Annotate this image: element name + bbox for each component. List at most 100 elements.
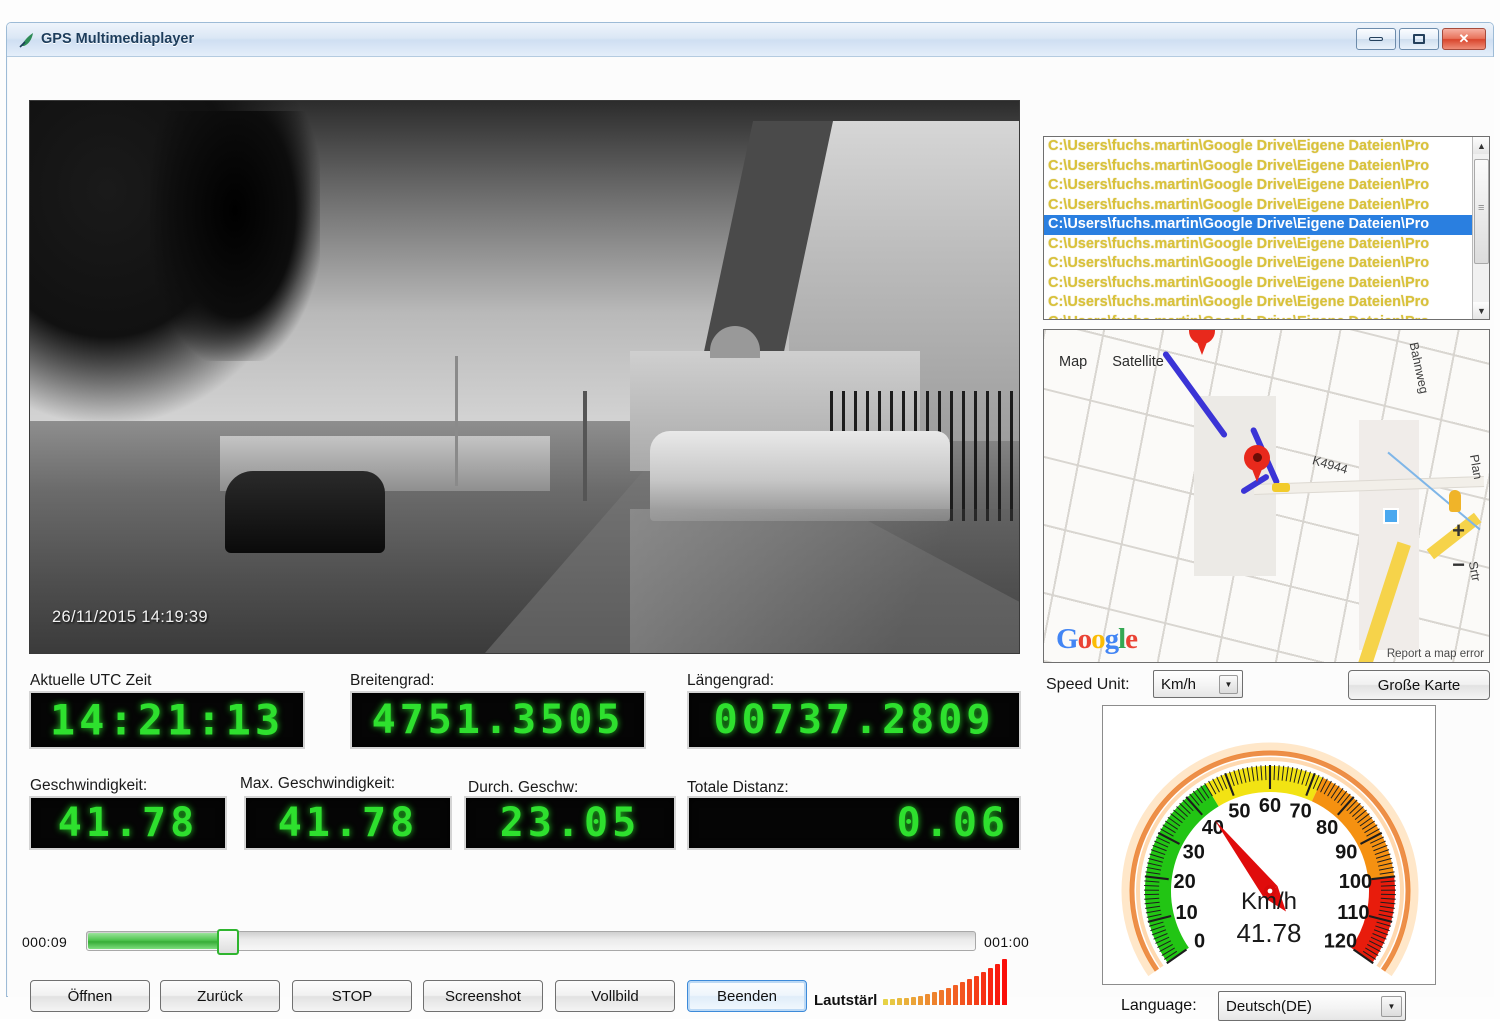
file-list-item[interactable]: C:\Users\fuchs.martin\Google Drive\Eigen… [1044,196,1472,216]
file-list-item[interactable]: C:\Users\fuchs.martin\Google Drive\Eigen… [1044,215,1472,235]
map-type-map[interactable]: Map [1059,354,1087,370]
file-list-item[interactable]: C:\Users\fuchs.martin\Google Drive\Eigen… [1044,254,1472,274]
speed-unit-select[interactable]: Km/h ▼ [1153,670,1243,698]
maximize-icon [1413,34,1425,44]
lcd-longitude-value: 00737.2809 [714,697,995,743]
gauge-tick-label: 60 [1259,795,1281,817]
chevron-down-icon[interactable]: ▼ [1219,675,1238,694]
file-list-item[interactable]: C:\Users\fuchs.martin\Google Drive\Eigen… [1044,313,1472,321]
map-start-marker-icon[interactable] [1189,329,1215,356]
file-list-item[interactable]: C:\Users\fuchs.martin\Google Drive\Eigen… [1044,274,1472,294]
map-poi-icon [1383,508,1399,524]
pegman-icon[interactable] [1449,490,1461,512]
app-root: GPS Multimediaplayer ✕ [0,0,1500,1019]
label-max-speed: Max. Geschwindigkeit: [240,775,395,793]
gauge-tick-label: 30 [1183,841,1205,863]
file-list-rows: C:\Users\fuchs.martin\Google Drive\Eigen… [1044,137,1472,320]
label-longitude: Längengrad: [687,672,774,690]
video-preview[interactable]: 26/11/2015 14:19:39 [29,100,1020,654]
volume-bar [883,999,888,1005]
volume-bar [890,999,895,1005]
fullscreen-button[interactable]: Vollbild [555,980,675,1012]
label-avg-speed: Durch. Geschw: [468,779,578,797]
volume-bar [960,982,965,1005]
lcd-latitude-value: 4751.3505 [372,697,625,743]
stop-button[interactable]: STOP [292,980,412,1012]
file-list-item[interactable]: C:\Users\fuchs.martin\Google Drive\Eigen… [1044,176,1472,196]
lcd-utc-time: 14:21:13 [29,691,305,749]
screenshot-button[interactable]: Screenshot [423,980,543,1012]
minimize-button[interactable] [1356,28,1396,50]
back-button[interactable]: Zurück [160,980,280,1012]
volume-bar [904,998,909,1005]
lcd-longitude: 00737.2809 [687,691,1021,749]
file-list-item[interactable]: C:\Users\fuchs.martin\Google Drive\Eigen… [1044,137,1472,157]
volume-bar [953,985,958,1005]
minimize-icon [1369,37,1383,41]
seek-slider[interactable] [86,931,976,951]
volume-label: Lautstärl [814,992,877,1009]
gauge-value-label: 41.78 [1103,918,1435,949]
speed-unit-value: Km/h [1161,676,1196,693]
gauge-tick-label: 50 [1228,801,1250,823]
video-car-left [225,471,385,553]
window-title: GPS Multimediaplayer [41,31,194,47]
file-list-item[interactable]: C:\Users\fuchs.martin\Google Drive\Eigen… [1044,157,1472,177]
scroll-down-icon[interactable]: ▼ [1473,302,1490,319]
map-attribution[interactable]: Report a map error [1387,648,1484,660]
scrollbar-thumb[interactable] [1474,159,1489,264]
map-type-satellite[interactable]: Satellite [1112,354,1164,370]
map-type-controls: Map Satellite [1059,354,1164,370]
map-view[interactable]: Map Satellite Bahnweg K4944 Plan Srtr + … [1043,329,1490,663]
speed-unit-label: Speed Unit: [1046,676,1130,694]
label-total-distance: Totale Distanz: [687,779,789,797]
quit-button[interactable]: Beenden [687,980,807,1012]
map-marker-dot [1253,453,1262,462]
google-logo: Google [1056,623,1137,656]
label-utc-time: Aktuelle UTC Zeit [30,672,151,690]
volume-bar [925,994,930,1005]
gauge-tick-label: 70 [1289,801,1311,823]
language-value: Deutsch(DE) [1226,998,1312,1015]
open-button[interactable]: Öffnen [30,980,150,1012]
language-select[interactable]: Deutsch(DE) ▼ [1218,991,1406,1021]
lcd-max-speed: 41.78 [244,796,452,850]
file-list-item[interactable]: C:\Users\fuchs.martin\Google Drive\Eigen… [1044,235,1472,255]
video-timestamp: 26/11/2015 14:19:39 [52,608,208,627]
lcd-max-speed-value: 41.78 [278,800,418,846]
map-label-srtr: Srtr [1466,560,1483,582]
lcd-total-distance-value: 0.06 [897,800,1009,846]
map-zoom-in-icon[interactable]: + [1452,514,1465,548]
close-icon: ✕ [1459,31,1470,47]
volume-level-indicator[interactable] [883,955,1028,1005]
volume-bar [946,988,951,1005]
speedometer-gauge: 0102030405060708090100110120 Km/h 41.78 [1102,705,1436,985]
seek-thumb[interactable] [217,929,239,955]
volume-bar [911,997,916,1005]
scroll-up-icon[interactable]: ▲ [1473,137,1490,154]
map-zoom-out-icon[interactable]: − [1452,548,1465,582]
volume-bar [939,990,944,1005]
lcd-total-distance: 0.06 [687,796,1021,850]
video-parked-cars [650,431,950,521]
file-list-item[interactable]: C:\Users\fuchs.martin\Google Drive\Eigen… [1044,293,1472,313]
application-window: GPS Multimediaplayer ✕ [6,22,1494,997]
volume-bar [1002,959,1007,1005]
file-list[interactable]: C:\Users\fuchs.martin\Google Drive\Eigen… [1043,136,1490,320]
volume-bar [988,968,993,1005]
video-sidewalk [630,509,1020,654]
volume-bar [918,996,923,1006]
file-list-scrollbar[interactable]: ▲ ▼ [1472,137,1489,319]
volume-bar [932,992,937,1005]
close-button[interactable]: ✕ [1442,28,1486,50]
map-position-marker-icon[interactable] [1244,445,1270,483]
label-latitude: Breitengrad: [350,672,434,690]
maximize-button[interactable] [1399,28,1439,50]
window-controls: ✕ [1356,28,1486,50]
volume-bar [981,972,986,1005]
language-label: Language: [1121,997,1197,1015]
lcd-avg-speed: 23.05 [464,796,676,850]
lcd-speed: 41.78 [29,796,227,850]
chevron-down-icon-language[interactable]: ▼ [1381,996,1402,1017]
big-map-button[interactable]: Große Karte [1348,670,1490,700]
